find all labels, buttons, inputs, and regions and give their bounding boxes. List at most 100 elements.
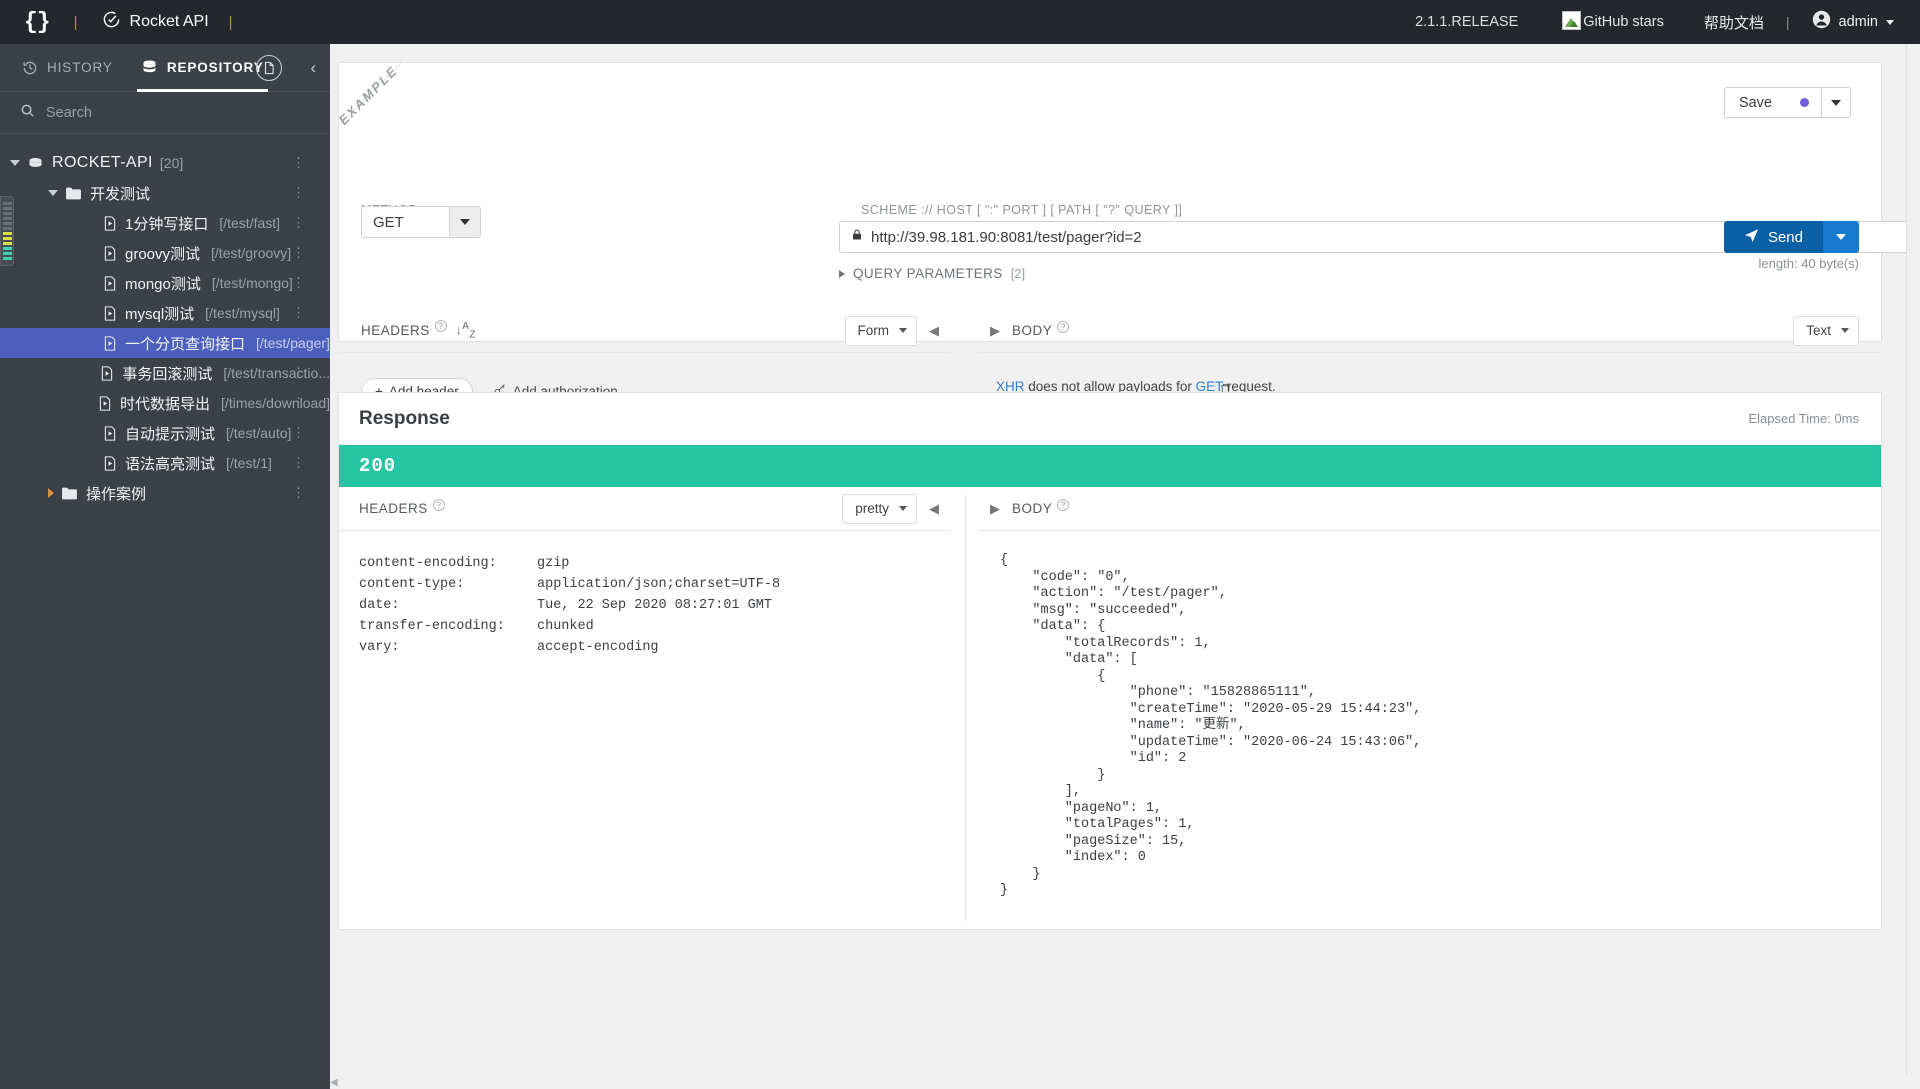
expand-right-pane-button[interactable]: ▶ — [978, 501, 1012, 517]
chevron-down-icon — [1841, 328, 1849, 333]
search-box[interactable]: Search — [0, 92, 330, 134]
topbar-divider-3: | — [1785, 14, 1790, 30]
status-code: 200 — [359, 455, 397, 477]
help-icon[interactable]: ? — [1057, 498, 1070, 511]
tab-repository[interactable]: REPOSITORY — [127, 44, 278, 92]
tree-item-api[interactable]: 一个分页查询接口 [/test/pager] ⋮ — [0, 328, 330, 358]
collapse-left-pane-button[interactable]: ◀ — [917, 323, 951, 339]
tree-item-menu-button[interactable]: ⋮ — [292, 365, 306, 381]
tree-item-menu-button[interactable]: ⋮ — [292, 215, 306, 231]
response-status-bar: 200 — [339, 445, 1881, 487]
handle-stripe — [2, 207, 12, 210]
file-icon — [98, 395, 112, 411]
tree-item-api[interactable]: 语法高亮测试 [/test/1] ⋮ — [0, 448, 330, 478]
method-selector-wrap: GET — [361, 198, 481, 238]
tree-item-path: [/test/fast] — [219, 215, 281, 231]
tree-item-api[interactable]: 1分钟写接口 [/test/fast] ⋮ — [0, 208, 330, 238]
chevron-down-icon[interactable] — [48, 190, 58, 196]
tree-item-api[interactable]: groovy测试 [/test/groovy] ⋮ — [0, 238, 330, 268]
help-icon[interactable]: ? — [1057, 320, 1070, 333]
send-button[interactable]: Send — [1723, 221, 1823, 253]
tree-item-menu-button[interactable]: ⋮ — [292, 425, 306, 441]
tree-item-api[interactable]: mysql测试 [/test/mysql] ⋮ — [0, 298, 330, 328]
response-header-row: content-type: application/json;charset=UT… — [359, 574, 951, 595]
request-panel: EXAMPLE Save METHOD GET SCHEME :// HOST … — [338, 62, 1920, 405]
tree-item-api[interactable]: 时代数据导出 [/times/download] ⋮ — [0, 388, 330, 418]
request-headers-title: HEADERS — [361, 322, 430, 338]
tree-item-folder[interactable]: 操作案例 ⋮ — [0, 478, 330, 508]
request-headers-format-select[interactable]: Form — [844, 315, 917, 346]
query-parameters-count: [2] — [1010, 266, 1026, 281]
tree-item-menu-button[interactable]: ⋮ — [292, 155, 306, 171]
tree-item-api[interactable]: 事务回滚测试 [/test/transactio... ⋮ — [0, 358, 330, 388]
tree-item-label: mongo测试 — [125, 275, 201, 293]
brand-name: Rocket API — [129, 13, 209, 30]
user-menu[interactable]: admin — [1812, 10, 1920, 34]
handle-stripe — [2, 227, 12, 230]
tree-item-path: [/times/download] — [221, 395, 330, 411]
search-input[interactable]: Search — [46, 105, 92, 121]
sort-alpha-icon[interactable]: ↓AZ — [456, 321, 476, 340]
handle-stripe — [2, 212, 12, 215]
tree-item-menu-button[interactable]: ⋮ — [292, 305, 306, 321]
method-value: GET — [373, 213, 404, 231]
new-document-button[interactable] — [256, 54, 282, 81]
request-body-format-select[interactable]: Text — [1793, 315, 1859, 346]
tree-item-api[interactable]: 自动提示测试 [/test/auto] ⋮ — [0, 418, 330, 448]
folder-icon — [65, 186, 82, 201]
main-vertical-scrollbar[interactable] — [1906, 44, 1920, 1089]
send-dropdown-button[interactable] — [1823, 221, 1859, 253]
tree-item-menu-button[interactable]: ⋮ — [292, 395, 306, 411]
tree-item-path: [/test/transactio... — [223, 365, 330, 381]
tree-item-menu-button[interactable]: ⋮ — [292, 455, 306, 471]
tree-item-folder[interactable]: 开发测试 ⋮ — [0, 178, 330, 208]
query-parameters-toggle[interactable]: QUERY PARAMETERS [2] — [839, 266, 1025, 281]
github-stars-badge[interactable]: GitHub stars — [1562, 10, 1704, 30]
expand-right-pane-button[interactable]: ▶ — [978, 323, 1012, 339]
help-doc-link[interactable]: 帮助文档 — [1704, 12, 1786, 33]
response-headers-title: HEADERS — [359, 501, 428, 516]
tab-history[interactable]: HISTORY — [0, 44, 127, 92]
version-label: 2.1.1.RELEASE — [1415, 14, 1519, 30]
tree-item-menu-button[interactable]: ⋮ — [292, 485, 306, 501]
method-select[interactable]: GET — [361, 206, 481, 238]
collapse-left-pane-button[interactable]: ◀ — [917, 501, 951, 517]
tree-item-root[interactable]: ROCKET-API [20] ⋮ — [0, 148, 330, 178]
save-button[interactable]: Save — [1723, 87, 1822, 118]
response-header-row: date: Tue, 22 Sep 2020 08:27:01 GMT — [359, 595, 951, 616]
main-horizontal-scrollbar[interactable]: ◀ — [330, 1075, 1920, 1089]
horizontal-scroll-thumb[interactable]: ◀ — [330, 1077, 340, 1088]
handle-stripe — [2, 242, 12, 245]
response-headers-title-group: HEADERS ? — [359, 498, 445, 516]
response-panel: Response Elapsed Time: 0ms 200 HEADERS ?… — [338, 392, 1882, 930]
search-icon — [20, 103, 35, 123]
app-logo[interactable]: {} — [0, 9, 68, 35]
tab-repository-label: REPOSITORY — [166, 60, 264, 75]
sidebar-resize-handle[interactable] — [0, 196, 14, 266]
tree-item-api[interactable]: mongo测试 [/test/mongo] ⋮ — [0, 268, 330, 298]
tree-item-menu-button[interactable]: ⋮ — [292, 245, 306, 261]
tree-item-label: 自动提示测试 — [125, 425, 216, 443]
help-icon[interactable]: ? — [432, 498, 445, 511]
brand-link[interactable]: Rocket API — [84, 10, 223, 34]
clock-icon — [22, 60, 38, 76]
avatar-icon — [1812, 10, 1831, 34]
response-headers-format-select[interactable]: pretty — [842, 493, 917, 524]
method-dropdown-arrow[interactable] — [449, 207, 480, 237]
response-split: HEADERS ? pretty ◀ content-encoding: gzip… — [339, 487, 1881, 929]
chevron-right-icon[interactable] — [48, 488, 54, 498]
top-bar: {} | Rocket API | 2.1.1.RELEASE GitHub s… — [0, 0, 1920, 44]
save-dropdown-button[interactable] — [1822, 87, 1851, 118]
file-icon — [103, 275, 117, 291]
tree-item-label: 语法高亮测试 — [125, 455, 216, 473]
tree-item-menu-button[interactable]: ⋮ — [292, 275, 306, 291]
database-icon — [141, 59, 158, 76]
topbar-divider-1: | — [73, 13, 78, 31]
chevron-down-icon[interactable] — [10, 160, 20, 166]
example-ribbon: EXAMPLE — [339, 63, 451, 175]
response-header-key: vary: — [359, 640, 400, 655]
collapse-sidebar-button[interactable]: ‹ — [310, 58, 316, 78]
help-icon[interactable]: ? — [434, 320, 447, 333]
tree-item-menu-button[interactable]: ⋮ — [292, 185, 306, 201]
tree-item-menu-button[interactable]: ⋮ — [292, 335, 306, 351]
